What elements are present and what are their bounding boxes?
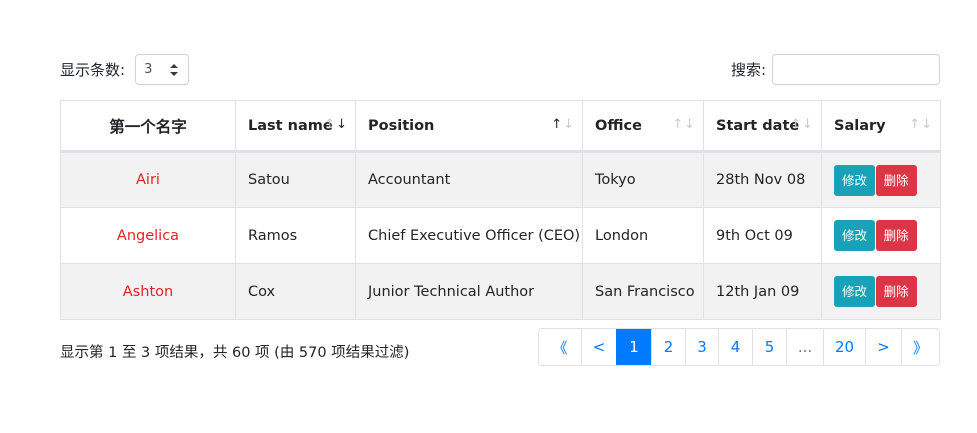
- cell-last-name: Cox: [235, 263, 356, 320]
- column-header-office[interactable]: Office ↑ ↓: [582, 100, 704, 153]
- delete-button[interactable]: 删除: [875, 276, 917, 307]
- cell-first-name[interactable]: Angelica: [60, 207, 236, 264]
- search-box: 搜索:: [731, 54, 940, 85]
- edit-button[interactable]: 修改: [834, 164, 876, 196]
- cell-start-date: 9th Oct 09: [703, 207, 822, 264]
- cell-actions: 修改 删除: [821, 207, 941, 264]
- column-header-salary[interactable]: Salary ↑ ↓: [821, 100, 941, 153]
- updown-caret-icon: [170, 64, 179, 76]
- table-row: Airi Satou Accountant Tokyo 28th Nov 08 …: [60, 151, 941, 208]
- cell-first-name[interactable]: Airi: [60, 151, 236, 208]
- last-page-button[interactable]: 》: [901, 329, 939, 365]
- sort-icon: ↑ ↓: [551, 117, 574, 132]
- edit-button[interactable]: 修改: [834, 276, 876, 307]
- cell-position: Chief Executive Officer (CEO): [355, 207, 583, 264]
- column-header-label: Last name: [248, 117, 333, 134]
- cell-start-date: 12th Jan 09: [703, 263, 822, 320]
- first-page-button[interactable]: 《: [539, 329, 581, 365]
- edit-button[interactable]: 修改: [834, 220, 876, 251]
- column-header-label: Salary: [834, 117, 886, 134]
- cell-last-name: Satou: [235, 151, 356, 208]
- search-input[interactable]: [772, 54, 940, 85]
- length-select-value: 3: [144, 62, 153, 77]
- column-header-first-name[interactable]: 第一个名字: [60, 100, 236, 153]
- cell-first-name[interactable]: Ashton: [60, 263, 236, 320]
- length-label: 显示条数:: [60, 61, 126, 79]
- table-row: Angelica Ramos Chief Executive Officer (…: [60, 207, 941, 264]
- cell-actions: 修改 删除: [821, 263, 941, 320]
- sort-icon: ↑ ↓: [909, 117, 932, 132]
- table-row: Ashton Cox Junior Technical Author San F…: [60, 263, 941, 320]
- length-menu: 显示条数: 3: [60, 54, 190, 85]
- search-label: 搜索:: [730, 61, 766, 79]
- data-table: 第一个名字 Last name ↑ ↓ Position ↑ ↓ Office ↑ ↓…: [60, 100, 941, 320]
- cell-position: Junior Technical Author: [355, 263, 583, 320]
- page-button-20[interactable]: 20: [823, 329, 865, 365]
- page-button-1[interactable]: 1: [616, 329, 651, 365]
- column-header-last-name[interactable]: Last name ↑ ↓: [235, 100, 356, 153]
- length-select[interactable]: 3: [135, 54, 190, 85]
- previous-page-button[interactable]: <: [581, 329, 616, 365]
- next-page-button[interactable]: >: [865, 329, 901, 365]
- table-info: 显示第 1 至 3 项结果，共 60 项 (由 570 项结果过滤): [60, 345, 410, 361]
- column-header-label: Office: [595, 117, 642, 134]
- pagination: 《 < 1 2 3 4 5 ... 20 > 》: [538, 328, 940, 366]
- page-button-5[interactable]: 5: [752, 329, 786, 365]
- sort-icon: ↑ ↓: [672, 117, 695, 132]
- table-header-row: 第一个名字 Last name ↑ ↓ Position ↑ ↓ Office ↑ ↓…: [60, 100, 941, 153]
- page-button-4[interactable]: 4: [718, 329, 752, 365]
- column-header-start-date[interactable]: Start date ↑ ↓: [703, 100, 822, 153]
- cell-position: Accountant: [355, 151, 583, 208]
- column-header-label: Start date: [716, 117, 800, 134]
- column-header-position[interactable]: Position ↑ ↓: [355, 100, 583, 153]
- cell-start-date: 28th Nov 08: [703, 151, 822, 208]
- sort-icon: ↑ ↓: [324, 117, 347, 132]
- page-button-3[interactable]: 3: [685, 329, 718, 365]
- cell-office: London: [582, 207, 704, 264]
- sort-icon: ↑ ↓: [790, 117, 813, 132]
- column-header-label: Position: [368, 117, 435, 134]
- cell-last-name: Ramos: [235, 207, 356, 264]
- cell-office: Tokyo: [582, 151, 704, 208]
- delete-button[interactable]: 删除: [875, 164, 917, 196]
- page-button-2[interactable]: 2: [651, 329, 685, 365]
- delete-button[interactable]: 删除: [875, 220, 917, 251]
- page-ellipsis: ...: [786, 329, 823, 365]
- cell-office: San Francisco: [582, 263, 704, 320]
- cell-actions: 修改 删除: [821, 151, 941, 208]
